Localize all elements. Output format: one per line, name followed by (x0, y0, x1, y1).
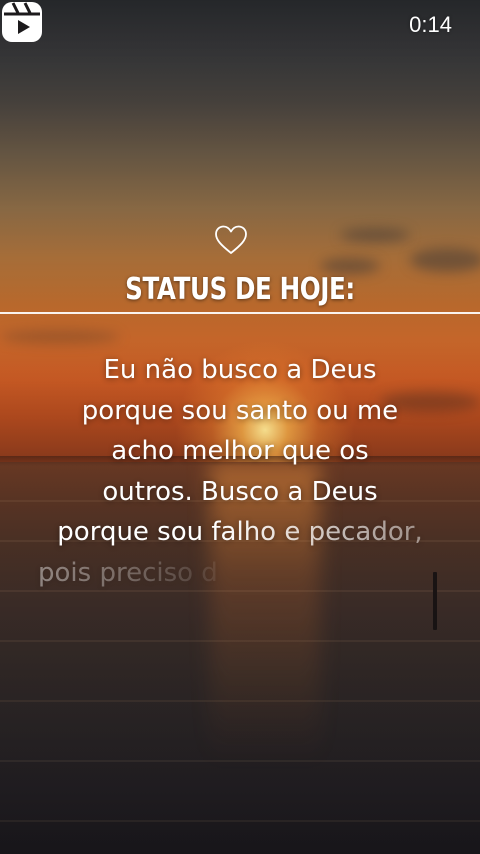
elapsed-time: 0:14 (409, 12, 452, 37)
quote-text: Eu não busco a Deus porque sou santo ou … (0, 350, 480, 593)
quote-line: acho melhor que os (111, 436, 369, 466)
quote-line: porque sou falho e pecador, (57, 517, 423, 547)
status-headline: STATUS DE HOJE: (125, 272, 355, 307)
quote-line-fading: pois preciso d (38, 557, 218, 588)
quote-line: outros. Busco a Deus (102, 476, 378, 507)
headline-divider (0, 312, 480, 314)
reels-icon[interactable] (0, 0, 44, 44)
quote-line: porque sou santo ou me (81, 395, 399, 426)
heart-outline-icon[interactable] (214, 224, 248, 256)
reels-icon-glyph (2, 2, 42, 42)
quote-line: Eu não busco a Deus (103, 355, 377, 385)
